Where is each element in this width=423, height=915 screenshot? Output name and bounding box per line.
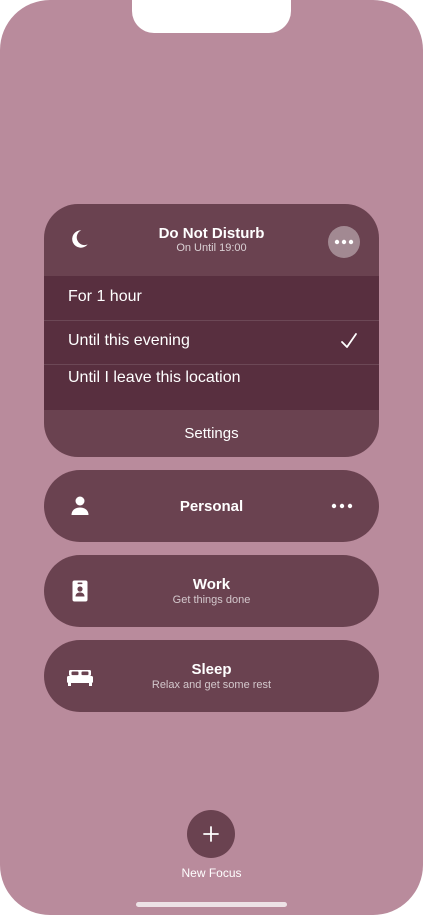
option-until-i-leave-location[interactable]: Until I leave this location (44, 364, 379, 410)
dnd-settings-button[interactable]: Settings (44, 410, 379, 457)
dnd-duration-options: For 1 hour Until this evening Until I le… (44, 276, 379, 410)
option-until-this-evening[interactable]: Until this evening (44, 320, 379, 364)
new-focus-label: New Focus (181, 866, 242, 880)
option-label: For 1 hour (68, 288, 142, 305)
option-label: Until I leave this location (68, 369, 241, 386)
focus-mode-sleep[interactable]: Sleep Relax and get some rest (44, 640, 379, 712)
ellipsis-icon[interactable] (330, 496, 354, 516)
focus-mode-subtitle: Get things done (172, 594, 251, 606)
focus-screen: Do Not Disturb On Until 19:00 For 1 hour… (0, 0, 423, 915)
option-for-1-hour[interactable]: For 1 hour (44, 276, 379, 320)
do-not-disturb-card: Do Not Disturb On Until 19:00 For 1 hour… (44, 204, 379, 457)
focus-mode-title: Personal (179, 498, 244, 515)
checkmark-icon (341, 333, 357, 348)
focus-mode-work[interactable]: Work Get things done (44, 555, 379, 627)
dnd-more-button[interactable] (328, 226, 360, 258)
focus-mode-title: Work (192, 576, 231, 593)
home-indicator[interactable] (136, 902, 287, 907)
new-focus-button[interactable] (187, 810, 235, 858)
focus-mode-personal[interactable]: Personal (44, 470, 379, 542)
dnd-header[interactable]: Do Not Disturb On Until 19:00 (44, 204, 379, 276)
focus-mode-title: Sleep (191, 661, 232, 678)
ellipsis-icon (334, 239, 354, 245)
option-label: Until this evening (68, 332, 190, 349)
focus-mode-subtitle: Relax and get some rest (151, 679, 272, 691)
plus-icon (203, 826, 219, 842)
device-notch (132, 0, 291, 33)
